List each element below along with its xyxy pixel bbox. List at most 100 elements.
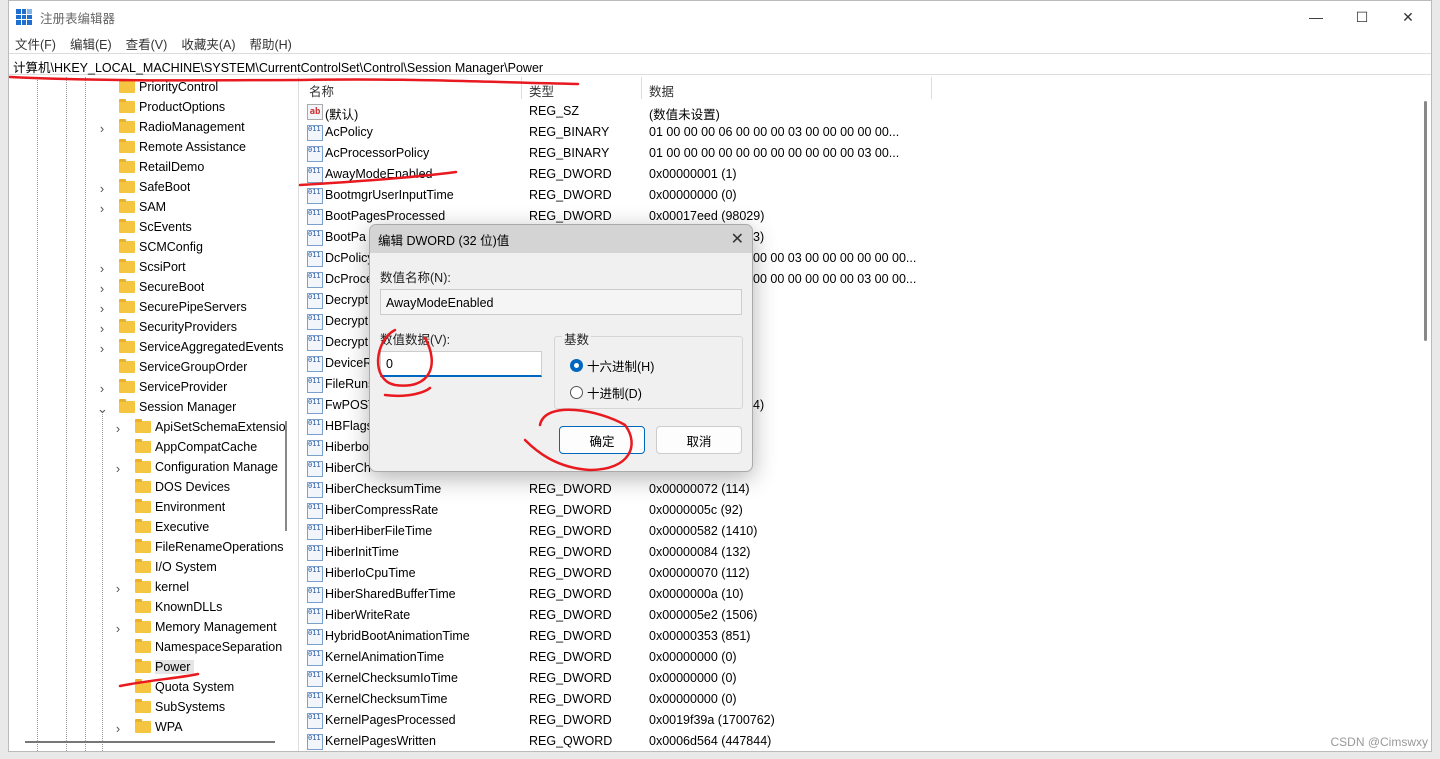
tree-item[interactable]: ProductOptions (119, 97, 225, 117)
tree-item[interactable]: AppCompatCache (135, 437, 257, 457)
tree-item[interactable]: SAM (119, 197, 166, 217)
chevron-right-icon[interactable]: › (97, 121, 107, 136)
list-row[interactable]: 011 110 011HiberCompressRate REG_DWORD 0x0… (301, 500, 1431, 521)
chevron-right-icon[interactable]: › (113, 421, 123, 436)
menu-help[interactable]: 帮助(H) (249, 34, 291, 53)
hex-radio[interactable]: 十六进制(H) (570, 356, 654, 375)
binary-value-icon: 011 110 011 (307, 419, 323, 435)
ok-button[interactable]: 确定 (559, 426, 645, 454)
chevron-right-icon[interactable]: › (113, 461, 123, 476)
list-row[interactable]: 011 110 011KernelChecksumTime REG_DWORD 0x… (301, 689, 1431, 710)
tree-item[interactable]: ScEvents (119, 217, 192, 237)
tree-item[interactable]: ServiceProvider (119, 377, 227, 397)
tree-item-label: SafeBoot (139, 180, 191, 194)
tree-item[interactable]: I/O System (135, 557, 217, 577)
cancel-button[interactable]: 取消 (656, 426, 742, 454)
tree-item[interactable]: ServiceAggregatedEvents (119, 337, 284, 357)
value-data-input[interactable]: 0 (380, 351, 542, 377)
row-type: REG_DWORD (529, 608, 612, 622)
tree-item[interactable]: RadioManagement (119, 117, 245, 137)
list-row[interactable]: 011 110 011KernelAnimationTime REG_DWORD 0… (301, 647, 1431, 668)
tree-item[interactable]: Session Manager (119, 397, 236, 417)
tree-item[interactable]: RetailDemo (119, 157, 204, 177)
list-row[interactable]: 011 110 011HybridBootAnimationTime REG_DW… (301, 626, 1431, 647)
list-row[interactable]: 011 110 011KernelPagesProcessed REG_DWORD… (301, 710, 1431, 731)
tree-horizontal-scrollbar[interactable] (25, 741, 275, 743)
tree-item[interactable]: FileRenameOperations (135, 537, 284, 557)
menu-file[interactable]: 文件(F) (15, 34, 56, 53)
chevron-right-icon[interactable]: › (97, 201, 107, 216)
list-row[interactable]: 011 110 011HiberIoCpuTime REG_DWORD 0x0000… (301, 563, 1431, 584)
tree-item[interactable]: SCMConfig (119, 237, 203, 257)
column-data[interactable]: 数据 (649, 81, 674, 100)
list-row[interactable]: 011 110 011HiberWriteRate REG_DWORD 0x0000… (301, 605, 1431, 626)
row-name: Decrypt (325, 314, 369, 328)
tree-item[interactable]: Configuration Manage (135, 457, 278, 477)
tree-item[interactable]: Memory Management (135, 617, 277, 637)
close-button[interactable]: ✕ (1385, 1, 1431, 33)
chevron-right-icon[interactable]: › (97, 341, 107, 356)
decimal-radio[interactable]: 十进制(D) (570, 383, 642, 402)
tree-item[interactable]: Quota System (135, 677, 234, 697)
tree-item[interactable]: SecurePipeServers (119, 297, 247, 317)
maximize-button[interactable]: ☐ (1339, 1, 1385, 33)
chevron-right-icon[interactable]: › (97, 261, 107, 276)
menu-edit[interactable]: 编辑(E) (70, 34, 112, 53)
tree-item[interactable]: Power (135, 657, 195, 677)
watermark: CSDN @Cimswxy (1330, 735, 1428, 749)
tree-item[interactable]: PriorityControl (119, 77, 218, 97)
list-row[interactable]: 011 110 011KernelChecksumIoTime REG_DWORD… (301, 668, 1431, 689)
list-row[interactable]: 011 110 011KernelPagesWritten REG_QWORD 0x… (301, 731, 1431, 751)
column-name[interactable]: 名称 (309, 81, 334, 100)
tree-item[interactable]: ApiSetSchemaExtensio (135, 417, 286, 437)
dialog-close-button[interactable]: ✕ (731, 229, 744, 249)
menu-view[interactable]: 查看(V) (126, 34, 168, 53)
list-row[interactable]: 011 110 011HiberSharedBufferTime REG_DWOR… (301, 584, 1431, 605)
tree-item[interactable]: SubSystems (135, 697, 225, 717)
chevron-right-icon[interactable]: › (113, 581, 123, 596)
tree-item[interactable]: NamespaceSeparation (135, 637, 282, 657)
tree-item[interactable]: Environment (135, 497, 225, 517)
list-row[interactable]: 011 110 011HiberHiberFileTime REG_DWORD 0x… (301, 521, 1431, 542)
menu-favorites[interactable]: 收藏夹(A) (181, 34, 235, 53)
list-row[interactable]: ab (默认) REG_SZ (数值未设置) (301, 101, 1431, 122)
tree-scrollbar[interactable] (285, 421, 287, 531)
menu-bar: 文件(F) 编辑(E) 查看(V) 收藏夹(A) 帮助(H) (9, 33, 306, 53)
list-row[interactable]: 011 110 011BootmgrUserInputTime REG_DWORD… (301, 185, 1431, 206)
tree-item[interactable]: SafeBoot (119, 177, 190, 197)
address-bar[interactable]: 计算机\HKEY_LOCAL_MACHINE\SYSTEM\CurrentCon… (9, 53, 1431, 75)
tree-item-label: ApiSetSchemaExtensio (155, 420, 286, 434)
minimize-button[interactable]: — (1293, 1, 1339, 33)
tree-item[interactable]: WPA (135, 717, 183, 737)
list-row[interactable]: 011 110 011HiberInitTime REG_DWORD 0x00000… (301, 542, 1431, 563)
tree-item[interactable]: Remote Assistance (119, 137, 246, 157)
row-name: DeviceR (325, 356, 373, 370)
chevron-right-icon[interactable]: › (97, 381, 107, 396)
tree-item[interactable]: kernel (135, 577, 189, 597)
row-name: BootmgrUserInputTime (325, 188, 454, 202)
row-name: HiberChecksumTime (325, 482, 442, 496)
chevron-right-icon[interactable]: › (113, 721, 123, 736)
tree-item[interactable]: KnownDLLs (135, 597, 222, 617)
chevron-right-icon[interactable]: › (97, 301, 107, 316)
chevron-down-icon[interactable]: ⌄ (97, 401, 108, 417)
column-type[interactable]: 类型 (529, 81, 554, 100)
list-row[interactable]: 011 110 011HiberChecksumTime REG_DWORD 0x0… (301, 479, 1431, 500)
chevron-right-icon[interactable]: › (97, 181, 107, 196)
chevron-right-icon[interactable]: › (97, 281, 107, 296)
tree-item[interactable]: ServiceGroupOrder (119, 357, 247, 377)
tree-item[interactable]: DOS Devices (135, 477, 230, 497)
tree-item-label: PriorityControl (139, 80, 219, 94)
chevron-right-icon[interactable]: › (97, 321, 107, 336)
tree-item[interactable]: SecurityProviders (119, 317, 237, 337)
regedit-app-icon (16, 9, 32, 25)
tree-item[interactable]: Executive (135, 517, 209, 537)
list-row[interactable]: 011 110 011AcPolicy REG_BINARY 01 00 00 00… (301, 122, 1431, 143)
chevron-right-icon[interactable]: › (113, 621, 123, 636)
list-header: 名称 类型 数据 (301, 77, 1431, 99)
tree-item[interactable]: ScsiPort (119, 257, 186, 277)
tree-item[interactable]: SecureBoot (119, 277, 204, 297)
tree-item-label: Quota System (155, 680, 235, 694)
list-row[interactable]: 011 110 011AcProcessorPolicy REG_BINARY 01… (301, 143, 1431, 164)
list-row[interactable]: 011 110 011AwayModeEnabled REG_DWORD 0x000… (301, 164, 1431, 185)
